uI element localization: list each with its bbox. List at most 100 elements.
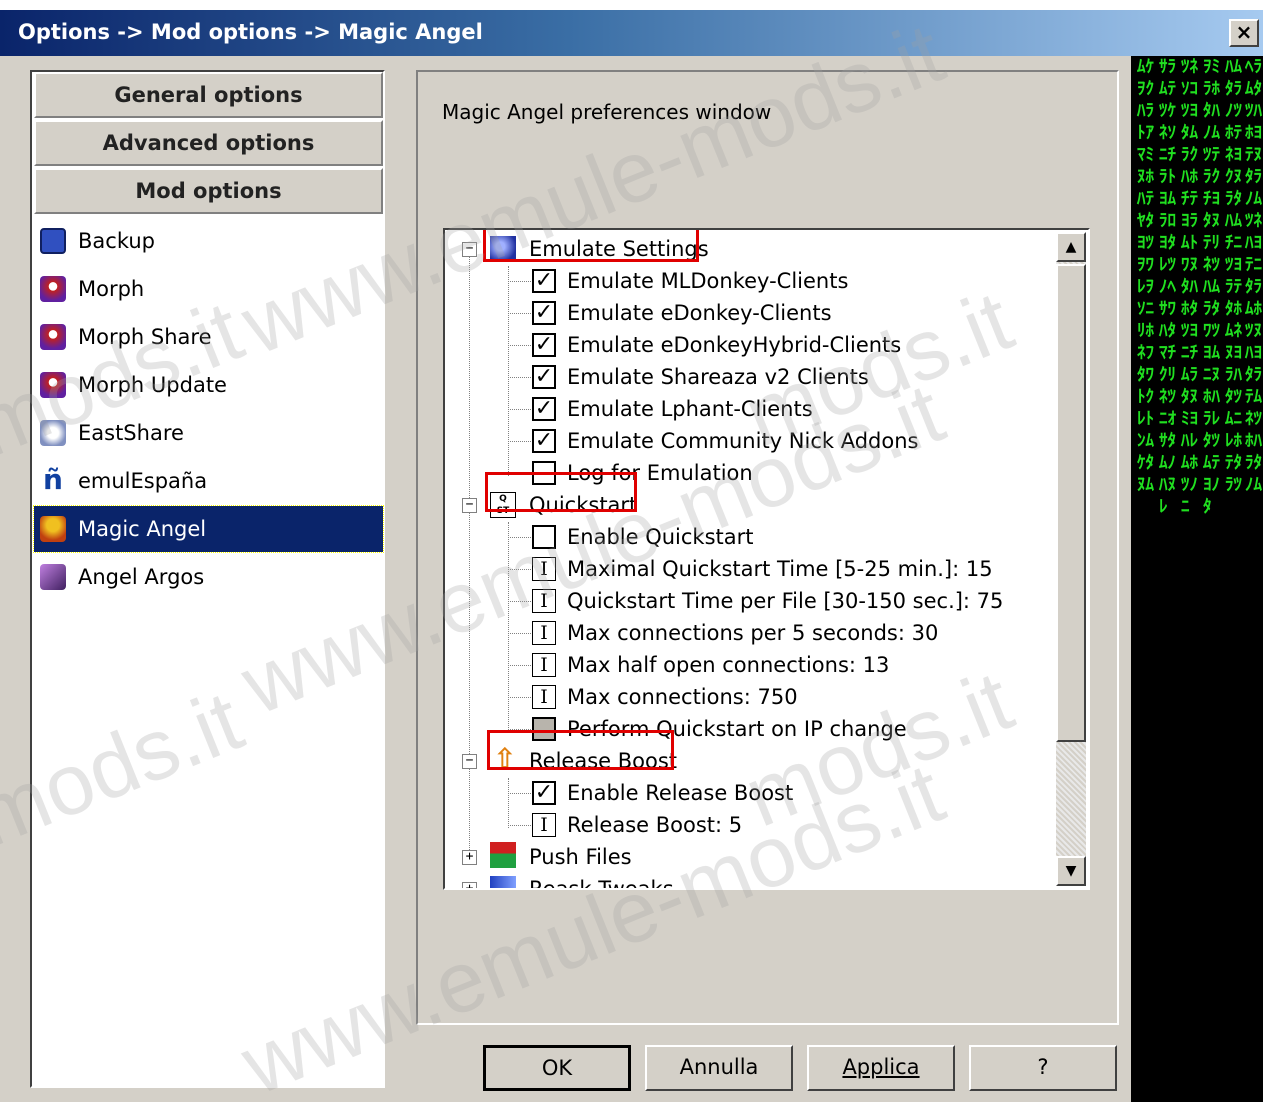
- help-button[interactable]: ?: [969, 1045, 1117, 1091]
- nav-item-label: Morph Share: [78, 325, 212, 349]
- options-nav-panel: General options Advanced options Mod opt…: [30, 70, 385, 1088]
- top-strip: [0, 0, 1263, 10]
- reask-tweaks-icon: [490, 876, 516, 888]
- tree-item[interactable]: Emulate MLDonkey-Clients: [567, 265, 848, 297]
- tree-connector: [508, 793, 533, 794]
- nav-general-options[interactable]: General options: [34, 72, 383, 118]
- preferences-page: Magic Angel preferences window − Emulate…: [416, 70, 1119, 1025]
- tree-item[interactable]: Emulate Lphant-Clients: [567, 393, 813, 425]
- tree-connector: [508, 345, 533, 346]
- tree-item[interactable]: Maximal Quickstart Time [5-25 min.]: 15: [567, 553, 993, 585]
- tree-item[interactable]: Emulate Community Nick Addons: [567, 425, 918, 457]
- tree-group-push-files[interactable]: Push Files: [529, 841, 632, 873]
- checkbox[interactable]: ✓: [532, 365, 556, 389]
- matrix-glyph-column: ﾂﾈｿｺﾂﾖﾀﾑﾗｸﾊﾎﾁﾃﾖﾗﾑﾄﾜﾇﾀﾊﾎﾀﾂﾖﾆﾁﾑﾗﾀﾇﾐﾖﾊﾚﾑﾎﾂﾉ…: [1181, 57, 1198, 517]
- nav-item-label: Morph: [78, 277, 145, 301]
- argos-pyramid-icon: [40, 564, 66, 590]
- scroll-thumb[interactable]: [1056, 264, 1086, 742]
- push-files-icon: [490, 842, 516, 868]
- edit-field-icon[interactable]: I: [532, 621, 556, 645]
- tree-item[interactable]: Max connections per 5 seconds: 30: [567, 617, 938, 649]
- tree-connector: [508, 778, 509, 828]
- nav-item-label: EastShare: [78, 421, 184, 445]
- ok-button[interactable]: OK: [483, 1045, 631, 1091]
- nav-mod-options[interactable]: Mod options: [34, 168, 383, 214]
- highlight-box: [487, 730, 674, 770]
- nav-item-morph-share[interactable]: Morph Share: [34, 314, 383, 360]
- tree-scrollbar[interactable]: ▲ ▼: [1056, 232, 1086, 886]
- nav-item-label: Backup: [78, 229, 155, 253]
- tree-connector: [508, 313, 533, 314]
- checkbox[interactable]: ✓: [532, 781, 556, 805]
- edit-field-icon[interactable]: I: [532, 557, 556, 581]
- tree-connector: [508, 281, 533, 282]
- morph-mascot-icon: [40, 276, 66, 302]
- tree-item[interactable]: Emulate eDonkeyHybrid-Clients: [567, 329, 901, 361]
- tree-connector: [508, 825, 533, 826]
- cancel-button[interactable]: Annulla: [645, 1045, 793, 1091]
- nav-item-backup[interactable]: Backup: [34, 218, 383, 264]
- checkbox[interactable]: ✓: [532, 301, 556, 325]
- angel-icon: [40, 516, 66, 542]
- collapse-toggle[interactable]: −: [462, 754, 477, 769]
- matrix-background: ﾑｹｦｸﾊﾗﾄｱﾏﾐﾇﾎﾊﾃﾔﾀﾖﾂｦﾜﾚｦｿﾆﾘﾎﾈﾌﾀﾜﾄｸﾚﾄﾝﾑｹﾀﾇﾑ…: [1131, 56, 1263, 1102]
- matrix-glyph-column: ﾑｹｦｸﾊﾗﾄｱﾏﾐﾇﾎﾊﾃﾔﾀﾖﾂｦﾜﾚｦｿﾆﾘﾎﾈﾌﾀﾜﾄｸﾚﾄﾝﾑｹﾀﾇﾑ: [1137, 57, 1154, 495]
- collapse-toggle[interactable]: −: [462, 242, 477, 257]
- tree-item[interactable]: Quickstart Time per File [30-150 sec.]: …: [567, 585, 1003, 617]
- tree-group-reask-tweaks[interactable]: Reask Tweaks: [529, 873, 674, 888]
- nav-item-morph-update[interactable]: Morph Update: [34, 362, 383, 408]
- nav-item-magic-angel[interactable]: Magic Angel: [33, 505, 384, 553]
- checkbox[interactable]: ✓: [532, 429, 556, 453]
- highlight-box: [485, 472, 637, 512]
- checkbox[interactable]: ✓: [532, 333, 556, 357]
- nav-item-emulespana[interactable]: ñ emulEspaña: [34, 458, 383, 504]
- eastshare-icon: [40, 420, 66, 446]
- close-button[interactable]: ×: [1229, 19, 1259, 47]
- nav-item-morph[interactable]: Morph: [34, 266, 383, 312]
- nav-item-label: emulEspaña: [78, 469, 208, 493]
- nav-advanced-options[interactable]: Advanced options: [34, 120, 383, 166]
- scroll-up-arrow-icon[interactable]: ▲: [1056, 232, 1086, 262]
- floppy-disk-icon: [40, 228, 66, 254]
- edit-field-icon[interactable]: I: [532, 589, 556, 613]
- matrix-glyph-column: ﾊﾑﾀﾗﾉﾂﾎﾃﾈﾖｸﾇﾗﾀﾊﾑﾁﾆﾂﾖﾗﾃﾀﾎﾑﾈﾇﾖﾗﾊﾀﾂﾑﾆﾚﾎﾃﾀﾗﾂ: [1225, 57, 1242, 495]
- matrix-glyph-column: ﾍﾗﾑﾀﾂﾊﾎﾖﾃﾇﾀﾗﾉﾑﾂﾈﾊﾖﾃﾆﾀﾗﾑﾎﾂﾇﾊﾖﾀﾗﾃﾑﾈﾂﾎﾊﾗﾀﾉﾑ: [1245, 57, 1262, 495]
- checkbox[interactable]: ✓: [532, 269, 556, 293]
- tree-connector: [508, 633, 533, 634]
- tree-connector: [508, 522, 509, 732]
- tree-connector: [508, 377, 533, 378]
- tree-item[interactable]: Emulate Shareaza v2 Clients: [567, 361, 869, 393]
- tree-connector: [508, 409, 533, 410]
- nav-item-angel-argos[interactable]: Angel Argos: [34, 554, 383, 600]
- n-tilde-icon: ñ: [43, 463, 63, 496]
- highlight-box: [483, 230, 699, 262]
- tree-connector: [508, 697, 533, 698]
- matrix-glyph-column: ｦﾐﾗﾎﾀﾊﾉﾑﾂﾃﾗｸﾁﾖﾀﾇﾃﾘﾈﾂﾊﾑﾗﾀﾜﾂﾖﾑﾆﾇﾎﾊﾗﾚﾀﾂﾑﾃﾖﾉ…: [1203, 57, 1220, 517]
- tree-item[interactable]: Enable Release Boost: [567, 777, 793, 809]
- nav-item-label: Morph Update: [78, 373, 227, 397]
- nav-item-label: Magic Angel: [78, 517, 207, 541]
- nav-item-label: Angel Argos: [78, 565, 205, 589]
- collapse-toggle[interactable]: −: [462, 498, 477, 513]
- nav-item-eastshare[interactable]: EastShare: [34, 410, 383, 456]
- checkbox[interactable]: ✓: [532, 397, 556, 421]
- checkbox[interactable]: [532, 525, 556, 549]
- title-bar[interactable]: Options -> Mod options -> Magic Angel ×: [0, 10, 1263, 56]
- tree-item[interactable]: Enable Quickstart: [567, 521, 754, 553]
- matrix-glyph-column: ｻﾗﾑﾃﾂｹﾈｿﾆﾁﾗﾄﾖﾑﾗﾛﾖﾀﾚﾂﾉﾍｻﾜﾊﾀﾏﾁｸﾘﾈﾂﾆｵｻﾀﾑﾉﾊﾇ…: [1159, 57, 1176, 517]
- tree-connector: [508, 569, 533, 570]
- edit-field-icon[interactable]: I: [532, 685, 556, 709]
- edit-field-icon[interactable]: I: [532, 653, 556, 677]
- expand-toggle[interactable]: +: [462, 850, 477, 865]
- settings-tree[interactable]: − Emulate Settings ✓ Emulate MLDonkey-Cl…: [443, 228, 1090, 890]
- tree-item[interactable]: Max connections: 750: [567, 681, 798, 713]
- expand-toggle[interactable]: +: [462, 882, 477, 888]
- apply-button[interactable]: Applica: [807, 1045, 955, 1091]
- edit-field-icon[interactable]: I: [532, 813, 556, 837]
- tree-connector: [508, 665, 533, 666]
- scroll-down-arrow-icon[interactable]: ▼: [1056, 856, 1086, 886]
- tree-connector: [508, 537, 533, 538]
- tree-item[interactable]: Emulate eDonkey-Clients: [567, 297, 832, 329]
- tree-item[interactable]: Release Boost: 5: [567, 809, 742, 841]
- tree-item[interactable]: Max half open connections: 13: [567, 649, 889, 681]
